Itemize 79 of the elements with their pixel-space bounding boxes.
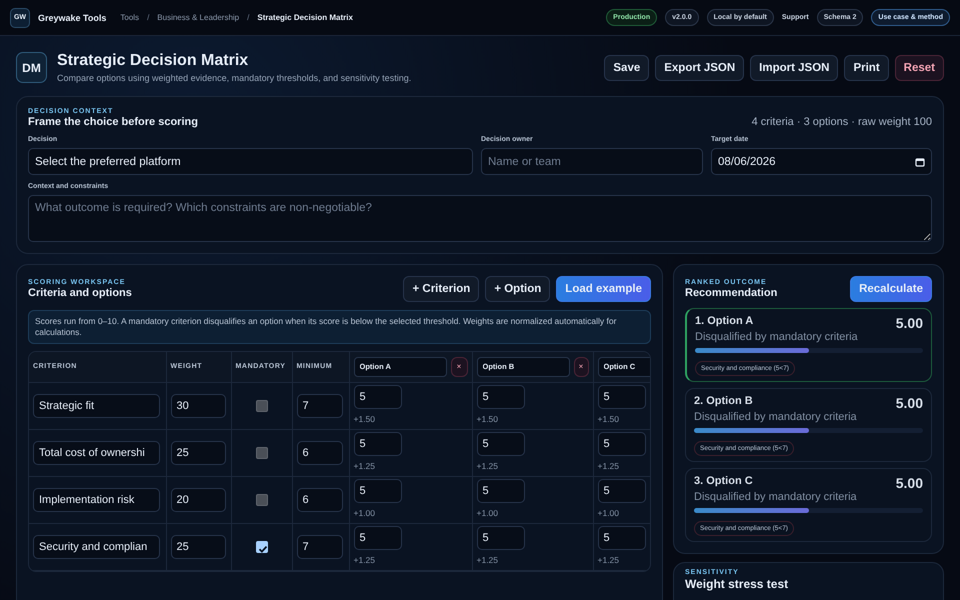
- minimum-field[interactable]: 6: [296, 488, 342, 512]
- decision-field[interactable]: Select the preferred platform: [28, 148, 473, 175]
- scoring-note: Scores run from 0–10. A mandatory criterion disqualifies an option when its score is below the selected threshold. Weights are normalized automatically for calculations.: [28, 310, 651, 344]
- owner-field[interactable]: Name or team: [481, 148, 703, 175]
- score-field[interactable]: 5: [354, 478, 402, 503]
- score-field[interactable]: 5: [476, 478, 524, 503]
- score-field[interactable]: 5: [598, 384, 646, 409]
- criterion-name-field[interactable]: Total cost of ownershi: [33, 440, 160, 465]
- score-field[interactable]: 5: [598, 478, 646, 503]
- date-field[interactable]: 08/06/2026: [711, 148, 932, 175]
- breadcrumb[interactable]: Strategic Decision Matrix: [257, 13, 353, 22]
- weighted-contribution: +1.50: [598, 414, 620, 424]
- score-field[interactable]: 5: [354, 432, 402, 456]
- option-score: 5.00: [896, 395, 923, 411]
- add-button[interactable]: + Criterion: [403, 276, 480, 302]
- weight-field[interactable]: 30: [170, 394, 226, 418]
- remove-option-button[interactable]: ×: [574, 356, 588, 377]
- section-title: Frame the choice before scoring: [28, 116, 198, 128]
- action-button[interactable]: Save: [604, 54, 650, 80]
- weighted-contribution: +1.00: [354, 508, 376, 518]
- reset-button[interactable]: Reset: [894, 54, 944, 80]
- weighted-contribution: +1.25: [598, 554, 620, 565]
- criterion-name-field[interactable]: Implementation risk: [33, 488, 160, 512]
- option-score: 5.00: [896, 475, 923, 491]
- weight-field[interactable]: 25: [170, 440, 226, 465]
- action-button[interactable]: Import JSON: [750, 54, 838, 80]
- score-field[interactable]: 5: [476, 526, 524, 550]
- weighted-contribution: +1.50: [354, 414, 376, 424]
- weighted-contribution: +1.25: [476, 554, 498, 565]
- breadcrumb[interactable]: Business & Leadership: [157, 13, 240, 22]
- weight-field[interactable]: 20: [170, 488, 226, 512]
- criterion-name-field[interactable]: Strategic fit: [33, 394, 160, 418]
- brand-name[interactable]: Greywake Tools: [38, 12, 106, 22]
- criterion-name-field[interactable]: Security and complian: [33, 534, 160, 559]
- option-rank: 1. Option A: [695, 315, 754, 327]
- weighted-contribution: +1.25: [354, 554, 376, 565]
- minimum-field[interactable]: 7: [296, 534, 342, 559]
- constraints-field[interactable]: What outcome is required? Which constraints are non-negotiable?: [28, 195, 932, 242]
- add-button[interactable]: + Option: [485, 276, 550, 302]
- option-rank: 3. Option C: [694, 475, 753, 487]
- breadcrumb-separator: /: [247, 13, 250, 22]
- mandatory-checkbox[interactable]: [256, 446, 268, 459]
- remove-option-button[interactable]: ×: [450, 356, 468, 377]
- load-example-button[interactable]: Load example: [556, 276, 651, 302]
- option-status: Disqualified by mandatory criteria: [694, 411, 858, 424]
- score-field[interactable]: 5: [476, 384, 524, 409]
- weighted-contribution: +1.00: [598, 508, 620, 518]
- section-title: Recommendation: [685, 287, 778, 299]
- option-score: 5.00: [896, 315, 923, 331]
- page-title: Strategic Decision Matrix: [57, 52, 250, 70]
- matrix-summary: 4 criteria · 3 options · raw weight 100: [752, 116, 932, 128]
- mandatory-checkbox[interactable]: [256, 494, 268, 506]
- score-field[interactable]: 5: [598, 432, 646, 456]
- option-status: Disqualified by mandatory criteria: [695, 331, 859, 344]
- weighted-contribution: +1.25: [598, 460, 620, 471]
- page-subtitle: Compare options using weighted evidence, mandatory thresholds, and sensitivity testing.: [57, 73, 412, 83]
- weight-field[interactable]: 25: [170, 534, 226, 559]
- section-title: Criteria and options: [28, 287, 132, 299]
- minimum-field[interactable]: 7: [296, 394, 342, 418]
- app-logo: DM: [16, 52, 47, 83]
- score-field[interactable]: 5: [354, 526, 402, 550]
- mandatory-checkbox[interactable]: [256, 400, 268, 412]
- weighted-contribution: +1.50: [476, 414, 498, 424]
- breadcrumb[interactable]: Tools: [120, 13, 140, 22]
- score-field[interactable]: 5: [476, 432, 524, 456]
- recalculate-button[interactable]: Recalculate: [850, 276, 932, 302]
- minimum-field[interactable]: 6: [296, 440, 342, 465]
- score-field[interactable]: 5: [598, 526, 646, 550]
- score-field[interactable]: 5: [354, 384, 402, 409]
- option-status: Disqualified by mandatory criteria: [694, 491, 858, 504]
- calendar-icon[interactable]: [915, 156, 925, 166]
- weighted-contribution: +1.25: [476, 460, 498, 471]
- action-button[interactable]: Export JSON: [655, 54, 744, 80]
- action-button[interactable]: Print: [844, 54, 889, 80]
- section-title: Weight stress test: [685, 577, 790, 591]
- weighted-contribution: +1.25: [354, 460, 376, 471]
- weighted-contribution: +1.00: [476, 508, 498, 518]
- option-rank: 2. Option B: [694, 395, 753, 407]
- breadcrumb-separator: /: [147, 13, 150, 22]
